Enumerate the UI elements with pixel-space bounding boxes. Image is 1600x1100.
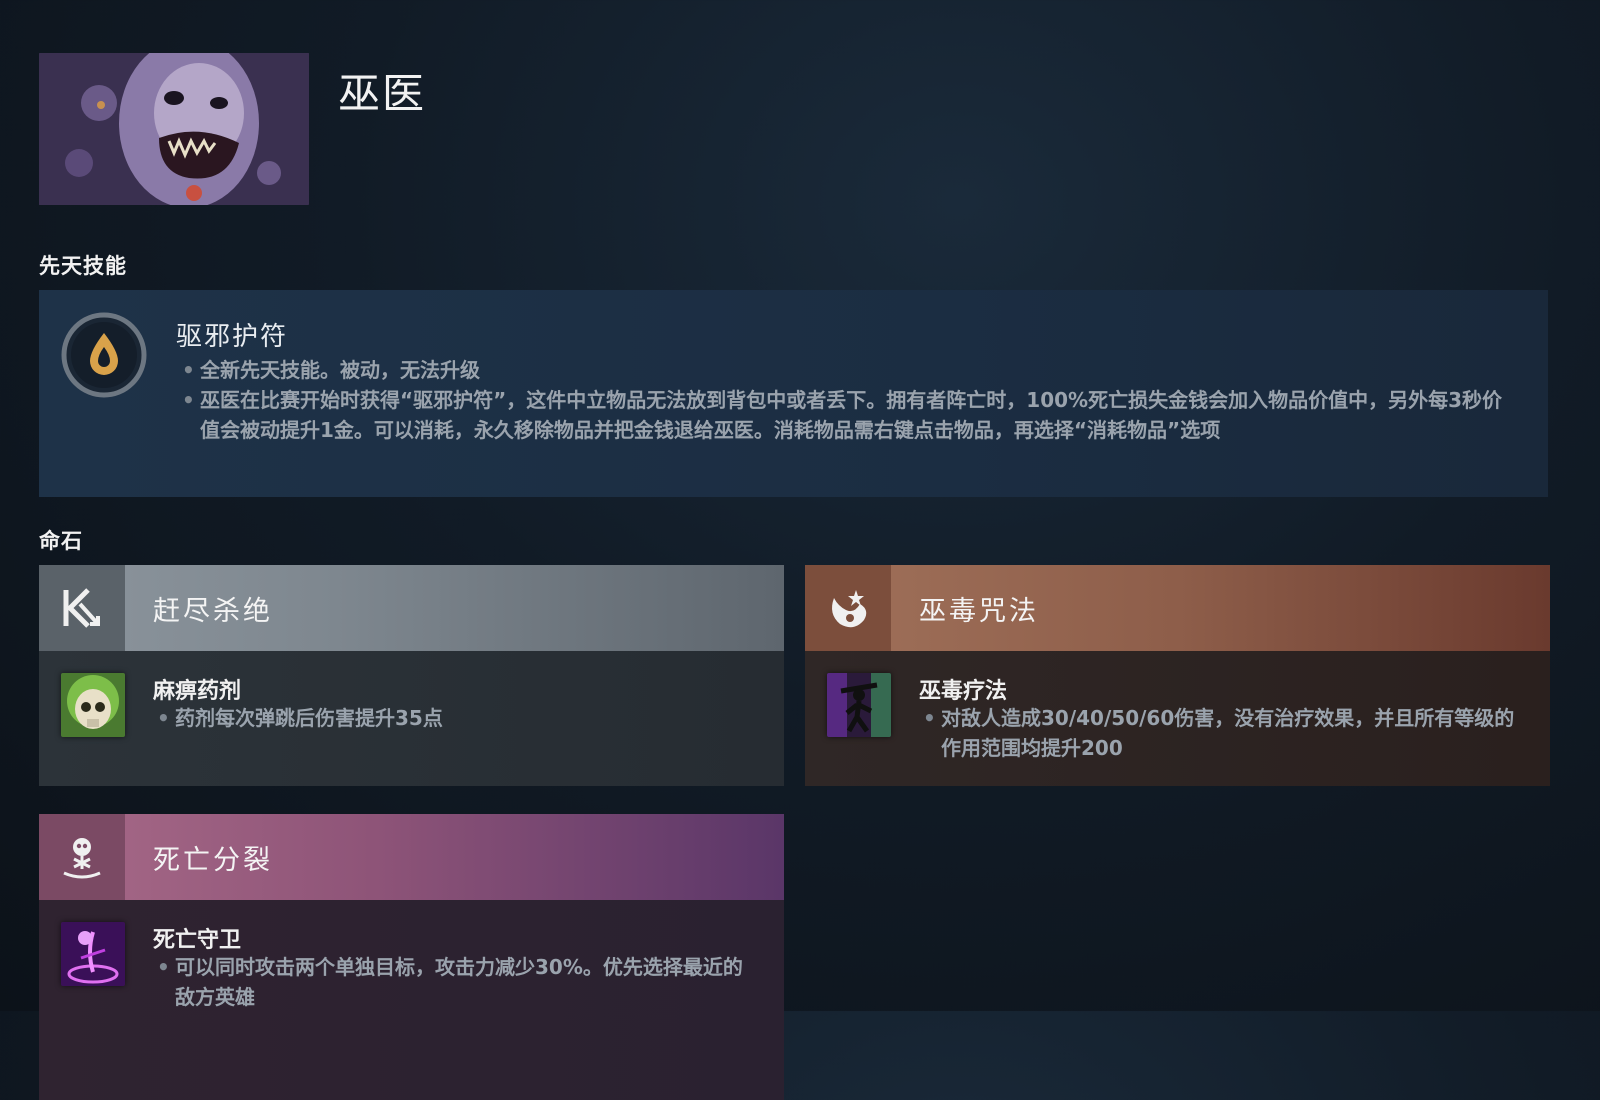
- voodoo-figure-icon: [827, 673, 891, 737]
- death-ward-icon: [61, 922, 125, 986]
- ability-bullet: 可以同时攻击两个单独目标，攻击力减少30%。优先选择最近的敌方英雄: [153, 952, 753, 1012]
- skull-totem-icon: [39, 814, 125, 900]
- facet-title: 赶尽杀绝: [153, 596, 273, 627]
- ability-description: 可以同时攻击两个单独目标，攻击力减少30%。优先选择最近的敌方英雄: [153, 952, 753, 1012]
- ability-name: 死亡守卫: [153, 928, 242, 953]
- arrow-strike-icon: [39, 565, 125, 651]
- facet-card[interactable]: 赶尽杀绝 麻痹药剂 药剂每次弹跳后伤害提升35点: [39, 565, 784, 786]
- facet-body: 死亡守卫 可以同时攻击两个单独目标，攻击力减少30%。优先选择最近的敌方英雄: [39, 900, 784, 1100]
- skull-potion-icon: [61, 673, 125, 737]
- facet-title: 巫毒咒法: [919, 596, 1039, 627]
- facet-card[interactable]: 巫毒咒法 巫毒疗法 对敌人造成30/40/50/60伤害，没有治疗效果，并且所有…: [805, 565, 1550, 786]
- innate-bullet: 巫医在比赛开始时获得“驱邪护符”，这件中立物品无法放到背包中或者丢下。拥有者阵亡…: [178, 385, 1508, 445]
- facet-header: 死亡分裂: [39, 814, 784, 900]
- innate-section-title: 先天技能: [39, 254, 127, 278]
- facet-title: 死亡分裂: [153, 845, 273, 876]
- facet-body: 巫毒疗法 对敌人造成30/40/50/60伤害，没有治疗效果，并且所有等级的作用…: [805, 651, 1550, 786]
- facet-header: 赶尽杀绝: [39, 565, 784, 651]
- ability-name: 巫毒疗法: [919, 679, 1008, 704]
- flame-spiral-icon: [805, 565, 891, 651]
- facets-section-title: 命石: [39, 529, 83, 553]
- ability-description: 对敌人造成30/40/50/60伤害，没有治疗效果，并且所有等级的作用范围均提升…: [919, 703, 1519, 763]
- facet-body: 麻痹药剂 药剂每次弹跳后伤害提升35点: [39, 651, 784, 786]
- innate-ability-name: 驱邪护符: [176, 322, 289, 352]
- ability-description: 药剂每次弹跳后伤害提升35点: [153, 703, 753, 733]
- ability-bullet: 对敌人造成30/40/50/60伤害，没有治疗效果，并且所有等级的作用范围均提升…: [919, 703, 1519, 763]
- amulet-drop-icon: [60, 311, 148, 399]
- ability-bullet: 药剂每次弹跳后伤害提升35点: [153, 703, 753, 733]
- innate-bullet: 全新先天技能。被动，无法升级: [178, 355, 1508, 385]
- innate-description: 全新先天技能。被动，无法升级 巫医在比赛开始时获得“驱邪护符”，这件中立物品无法…: [178, 355, 1508, 445]
- hero-portrait: [39, 53, 309, 205]
- facet-header: 巫毒咒法: [805, 565, 1550, 651]
- hero-name: 巫医: [338, 69, 427, 118]
- facet-card[interactable]: 死亡分裂 死亡守卫 可以同时攻击两个单独目标，攻击力减少30%。优先选择最近的敌…: [39, 814, 784, 1100]
- ability-name: 麻痹药剂: [153, 679, 242, 704]
